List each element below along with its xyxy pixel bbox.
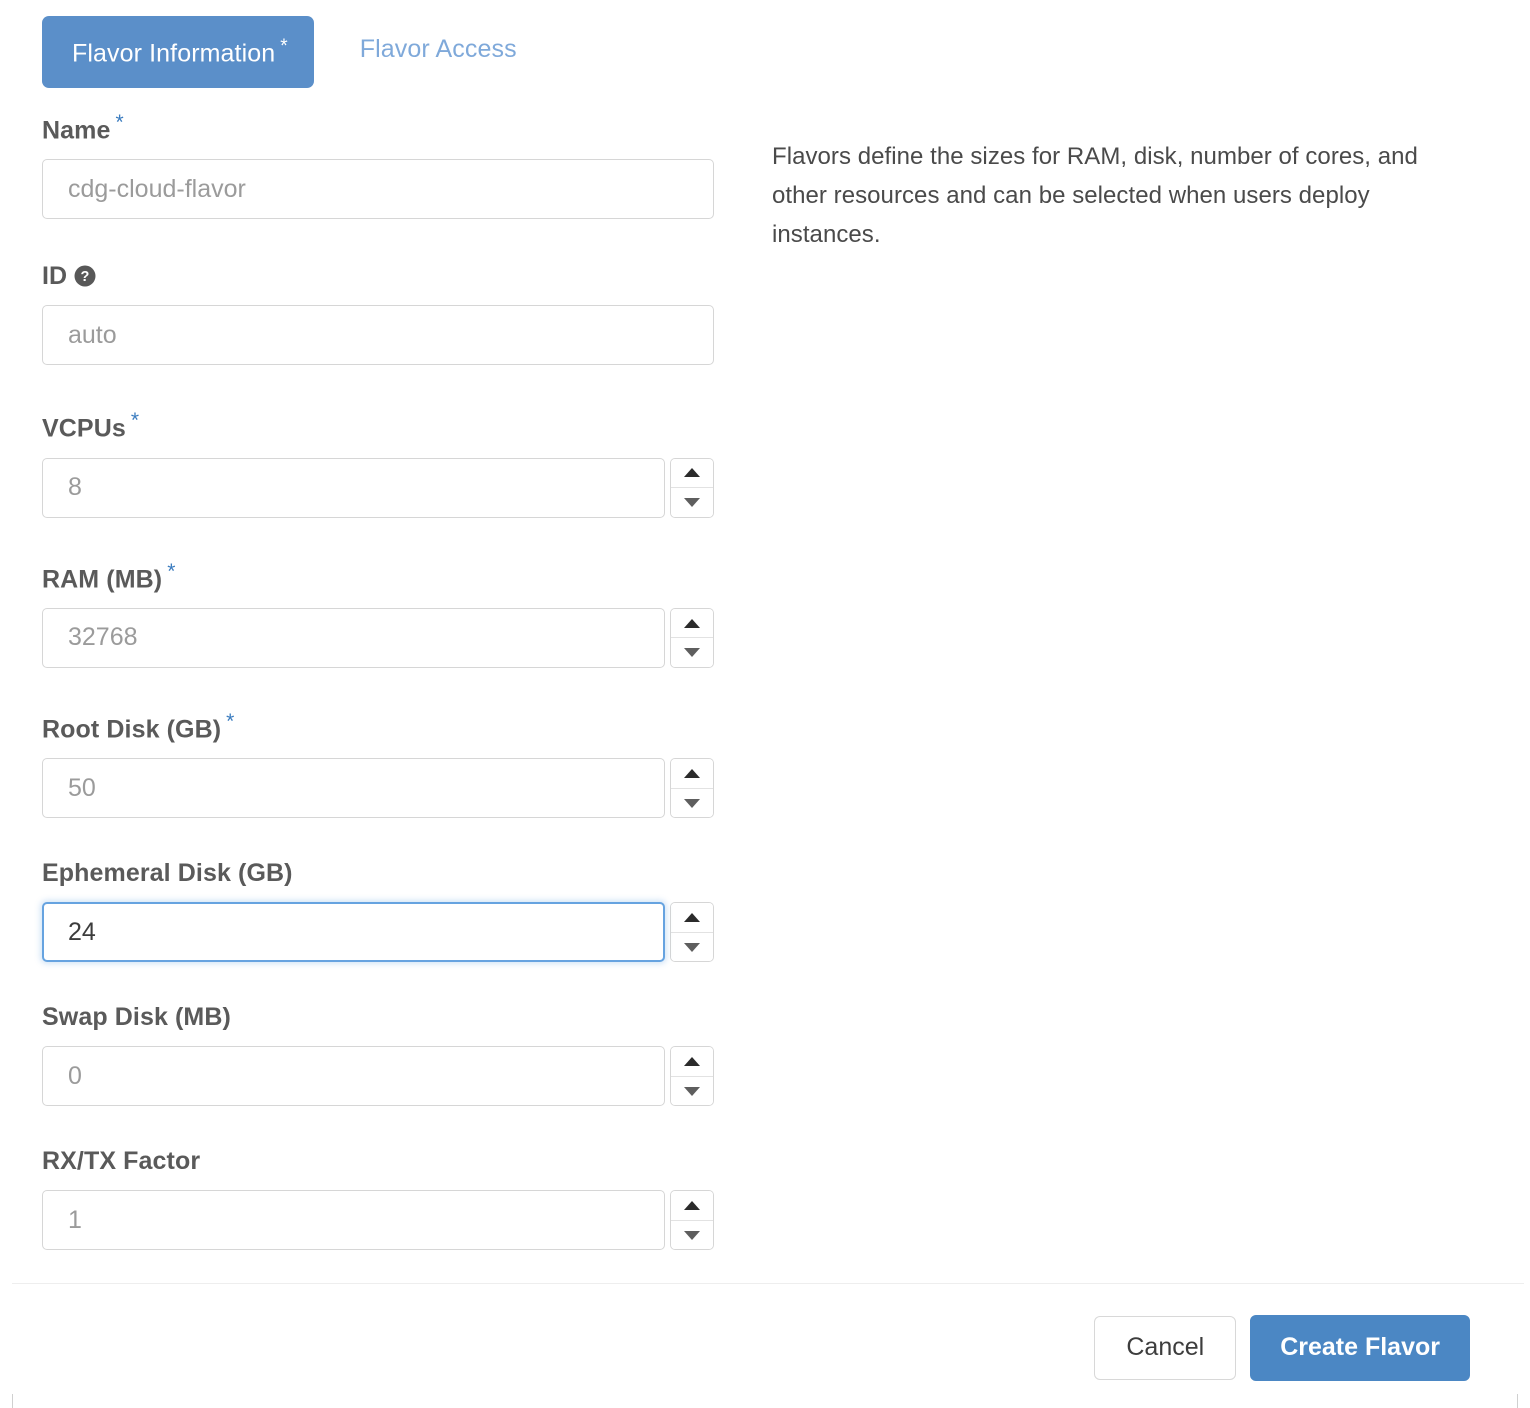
field-id-label: ID? (42, 264, 714, 305)
rxtx-factor-input-wrap (42, 1190, 665, 1251)
field-root-disk-row (42, 758, 714, 819)
triangle-down-icon (684, 1230, 700, 1240)
field-ram-row (42, 607, 714, 668)
modal-edge-mark-left (12, 1394, 13, 1408)
tab-bar: Flavor Information * Flavor Access (42, 16, 543, 89)
triangle-down-icon (684, 942, 700, 952)
triangle-up-icon (684, 1201, 700, 1211)
swap-disk-stepper (670, 1046, 714, 1107)
id-input[interactable] (42, 305, 714, 366)
field-name-label: Name * (42, 111, 124, 145)
swap-disk-input[interactable] (42, 1046, 665, 1107)
rxtx-factor-stepper-down[interactable] (671, 1220, 713, 1250)
tab-flavor-information-label: Flavor Information (72, 39, 276, 68)
swap-disk-stepper-down[interactable] (671, 1076, 713, 1106)
root-disk-input[interactable] (42, 758, 665, 819)
ram-stepper (670, 607, 714, 668)
required-asterisk: * (115, 111, 124, 134)
field-id: ID? (42, 264, 714, 366)
field-name-row (42, 159, 714, 220)
field-swap-disk: Swap Disk (MB) (42, 1003, 714, 1107)
field-vcpus: VCPUs * (42, 409, 714, 518)
field-rxtx-factor-row (42, 1190, 714, 1251)
required-asterisk: * (130, 409, 140, 433)
ephemeral-disk-input-wrap (42, 902, 665, 963)
root-disk-stepper-up[interactable] (671, 759, 713, 789)
rxtx-factor-stepper-up[interactable] (671, 1191, 713, 1221)
cancel-button[interactable]: Cancel (1094, 1316, 1237, 1380)
ephemeral-disk-stepper-up[interactable] (671, 903, 713, 933)
field-ephemeral-disk-label: Ephemeral Disk (GB) (42, 859, 293, 888)
modal-edge-mark-right (1517, 1394, 1518, 1408)
triangle-down-icon (684, 497, 700, 507)
root-disk-input-wrap (42, 758, 665, 819)
ephemeral-disk-stepper-down[interactable] (671, 932, 713, 962)
vcpus-stepper-down[interactable] (671, 488, 713, 517)
root-disk-stepper-down[interactable] (671, 788, 713, 818)
triangle-up-icon (684, 618, 700, 628)
tab-flavor-access-label: Flavor Access (359, 35, 517, 63)
rxtx-factor-stepper (670, 1190, 714, 1251)
field-ram-label: RAM (MB) * (42, 559, 176, 593)
name-input[interactable] (42, 159, 714, 220)
field-ephemeral-disk-row (42, 902, 714, 963)
field-ephemeral-disk: Ephemeral Disk (GB) (42, 859, 714, 963)
question-circle-icon[interactable]: ? (74, 265, 96, 287)
footer-divider (12, 1283, 1524, 1284)
field-root-disk-label: Root Disk (GB) * (42, 709, 235, 744)
vcpus-stepper (670, 457, 714, 518)
required-asterisk: * (167, 559, 176, 583)
ram-input-wrap (42, 607, 665, 668)
field-rxtx-factor-label: RX/TX Factor (42, 1147, 201, 1176)
root-disk-stepper (670, 758, 714, 819)
ram-stepper-down[interactable] (671, 638, 713, 667)
flavor-information-form: Name* ID? VCPUs* (42, 111, 714, 1251)
rxtx-factor-input[interactable] (42, 1190, 665, 1251)
triangle-up-icon (684, 468, 700, 478)
dialog-footer: Cancel Create Flavor (1094, 1315, 1470, 1381)
tab-flavor-information[interactable]: Flavor Information * (42, 16, 314, 89)
required-asterisk: * (226, 709, 235, 733)
create-flavor-button[interactable]: Create Flavor (1250, 1315, 1470, 1381)
ephemeral-disk-stepper (670, 902, 714, 963)
triangle-up-icon (684, 1057, 700, 1067)
ephemeral-disk-input[interactable] (42, 902, 665, 963)
field-rxtx-factor: RX/TX Factor (42, 1147, 714, 1251)
swap-disk-input-wrap (42, 1046, 665, 1107)
vcpus-stepper-up[interactable] (671, 458, 713, 489)
vcpus-input[interactable] (42, 457, 665, 518)
svg-text:?: ? (81, 270, 90, 286)
vcpus-input-wrap (42, 457, 665, 518)
name-input-wrap (42, 159, 714, 220)
flavor-description-text: Flavors define the sizes for RAM, disk, … (772, 143, 1418, 248)
triangle-up-icon (684, 913, 700, 923)
triangle-down-icon (684, 648, 700, 658)
field-vcpus-row (42, 457, 714, 518)
ram-stepper-up[interactable] (671, 608, 713, 639)
triangle-up-icon (684, 769, 700, 779)
tab-flavor-access[interactable]: Flavor Access (322, 16, 543, 84)
swap-disk-stepper-up[interactable] (671, 1047, 713, 1077)
field-swap-disk-row (42, 1046, 714, 1107)
ram-input[interactable] (42, 607, 665, 668)
field-name: Name * (42, 111, 714, 220)
field-vcpus-label: VCPUs * (42, 409, 140, 443)
field-ram: RAM (MB) * (42, 561, 714, 668)
field-swap-disk-label: Swap Disk (MB) (42, 1003, 231, 1032)
field-id-row (42, 305, 714, 366)
id-input-wrap (42, 305, 714, 366)
triangle-down-icon (684, 798, 700, 808)
triangle-down-icon (684, 1086, 700, 1096)
tab-required-asterisk: * (280, 36, 288, 57)
field-root-disk: Root Disk (GB) * (42, 709, 714, 819)
